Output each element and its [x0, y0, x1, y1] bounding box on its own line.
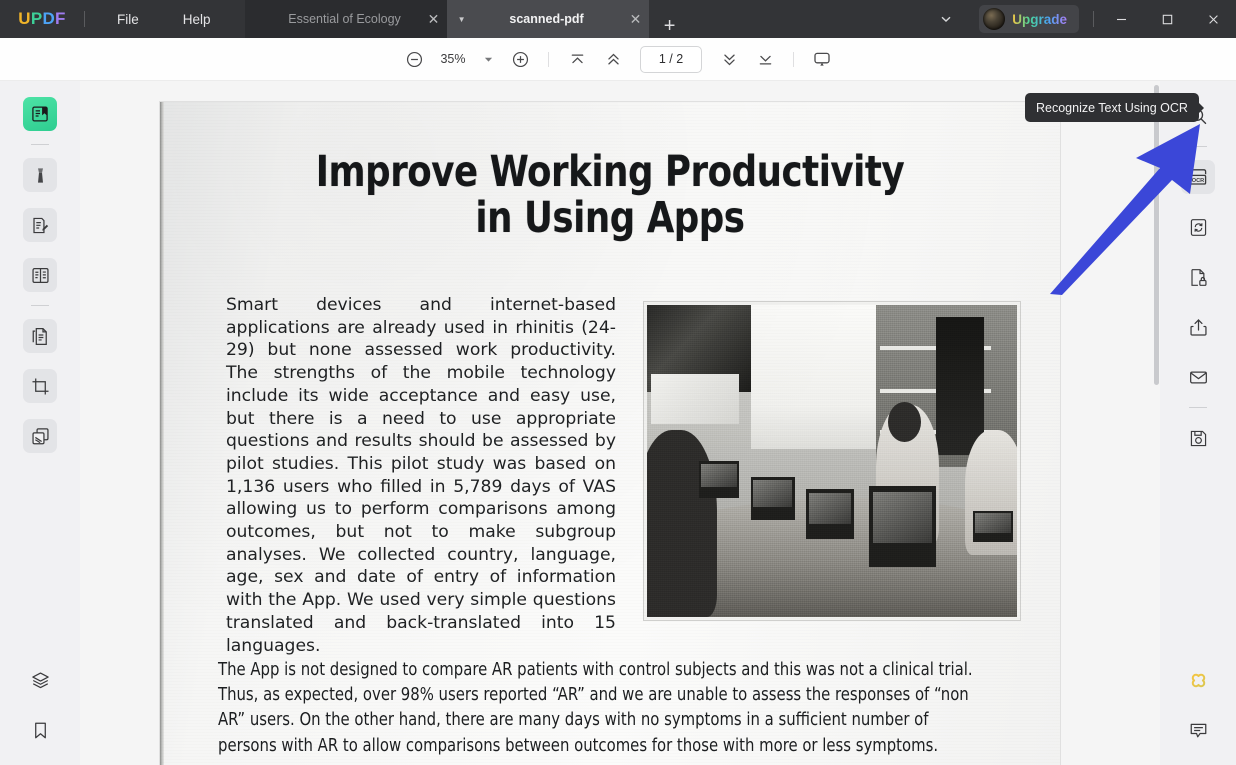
upgrade-label: Upgrade [1012, 11, 1067, 27]
close-icon[interactable]: ✕ [623, 12, 649, 26]
chevron-down-icon[interactable] [923, 0, 969, 38]
scrollbar-thumb[interactable] [1154, 85, 1159, 385]
right-toolbar: OCR [1160, 81, 1236, 765]
ai-assistant-icon[interactable] [1181, 663, 1215, 697]
share-icon[interactable] [1181, 310, 1215, 344]
next-page-button[interactable] [712, 44, 746, 74]
sidebar-item-page[interactable] [23, 258, 57, 292]
minimize-button[interactable] [1098, 0, 1144, 38]
zoom-out-button[interactable] [397, 44, 431, 74]
sidebar-divider [31, 305, 49, 306]
toolbar-divider [548, 51, 549, 67]
document-title-line-1: Improve Working Productivity [315, 147, 905, 197]
document-view[interactable]: Improve Working Productivity in Using Ap… [80, 81, 1160, 765]
ocr-icon[interactable]: OCR [1181, 160, 1215, 194]
tab-label: scanned-pdf [509, 12, 584, 26]
logo-letter-u: U [18, 9, 31, 28]
document-title-line-2: in Using Apps [475, 193, 745, 244]
sidebar-divider [31, 144, 49, 145]
tab-label: Essential of Ecology [288, 12, 401, 26]
updf-logo[interactable]: UPDF [0, 0, 84, 38]
sidebar-item-layers[interactable] [23, 663, 57, 697]
sidebar-item-organize-pages[interactable] [23, 419, 57, 453]
zoom-in-button[interactable] [503, 44, 537, 74]
document-bottom-paragraph: The App is not designed to compare AR pa… [218, 660, 973, 756]
svg-text:OCR: OCR [1192, 178, 1204, 184]
window-controls-divider [1093, 11, 1094, 27]
presentation-mode-button[interactable] [805, 44, 839, 74]
previous-page-button[interactable] [596, 44, 630, 74]
menu-file[interactable]: File [95, 0, 161, 38]
document-body-column: Smart devices and internet-based applica… [226, 294, 616, 657]
document-body-paragraph: Smart devices and internet-based applica… [226, 295, 616, 656]
avatar[interactable] [983, 8, 1006, 30]
comment-icon[interactable] [1181, 713, 1215, 747]
updf-window: UPDF File Help Essential of Ecology ✕ ▼ … [0, 0, 1236, 765]
sidebar-item-bookmark[interactable] [23, 713, 57, 747]
sidebar-item-convert[interactable] [23, 319, 57, 353]
tab-essential-of-ecology[interactable]: Essential of Ecology ✕ [244, 0, 447, 38]
protect-icon[interactable] [1181, 260, 1215, 294]
document-toolbar: 35% 1 / 2 [0, 38, 1236, 81]
document-photo [644, 302, 1020, 620]
left-toolbar [0, 81, 80, 765]
page-indicator-input[interactable]: 1 / 2 [640, 45, 702, 73]
sidebar-item-crop[interactable] [23, 369, 57, 403]
pdf-page: Improve Working Productivity in Using Ap… [160, 102, 1060, 765]
title-bar: UPDF File Help Essential of Ecology ✕ ▼ … [0, 0, 1236, 38]
upgrade-button[interactable]: Upgrade [979, 5, 1079, 33]
logo-letter-f: F [55, 9, 66, 28]
maximize-button[interactable] [1144, 0, 1190, 38]
photo-grain-overlay [647, 305, 1017, 617]
tab-strip: Essential of Ecology ✕ ▼ scanned-pdf ✕ + [244, 0, 691, 38]
ocr-tooltip: Recognize Text Using OCR [1025, 93, 1204, 122]
email-icon[interactable] [1181, 360, 1215, 394]
menu-bar: File Help [85, 0, 233, 38]
document-title: Improve Working Productivity in Using Ap… [196, 149, 1024, 242]
chevron-down-icon[interactable] [475, 46, 501, 72]
sidebar-divider [1189, 407, 1207, 408]
tab-scanned-pdf[interactable]: ▼ scanned-pdf ✕ [446, 0, 649, 38]
zoom-level-value[interactable]: 35% [433, 52, 473, 66]
sidebar-item-reader[interactable] [23, 97, 57, 131]
close-icon[interactable]: ✕ [421, 12, 447, 26]
last-page-button[interactable] [748, 44, 782, 74]
logo-letter-p: P [30, 9, 43, 28]
new-tab-button[interactable]: + [649, 15, 691, 38]
logo-letter-d: D [42, 9, 56, 28]
first-page-button[interactable] [560, 44, 594, 74]
sidebar-divider [1189, 146, 1207, 147]
close-window-button[interactable] [1190, 0, 1236, 38]
toolbar-divider [793, 51, 794, 67]
convert-icon[interactable] [1181, 210, 1215, 244]
chevron-down-icon[interactable]: ▼ [453, 15, 471, 24]
titlebar-right-group: Upgrade [923, 0, 1236, 38]
sidebar-item-edit-pdf[interactable] [23, 208, 57, 242]
save-icon[interactable] [1181, 421, 1215, 455]
sidebar-item-comment[interactable] [23, 158, 57, 192]
menu-help[interactable]: Help [161, 0, 233, 38]
